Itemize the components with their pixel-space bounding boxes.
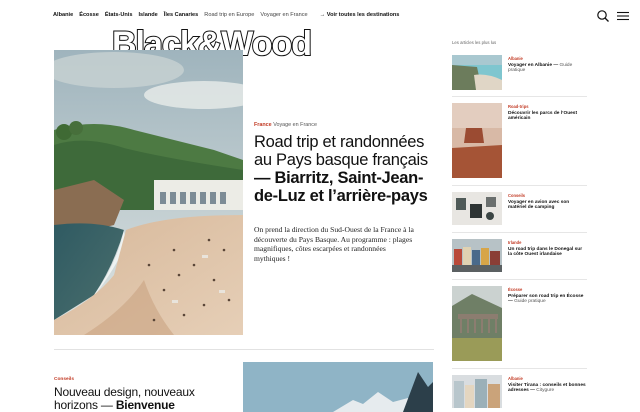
sidebar-thumb (452, 375, 502, 408)
hero-image[interactable] (54, 50, 243, 335)
sidebar-item-title[interactable]: Un road trip dans le Donegal sur la côte… (508, 247, 582, 258)
second-article-image[interactable] (243, 362, 433, 412)
sidebar-text: Albanie Visiter Tirana : conseils et bon… (508, 376, 586, 394)
sidebar-item-category[interactable]: Albanie (508, 56, 586, 62)
nav-item-islande[interactable]: Islande (138, 12, 157, 18)
hero-category-link[interactable]: France (254, 122, 272, 128)
sidebar-item[interactable]: Conseils Voyager en avion avec son matér… (452, 192, 587, 226)
sidebar-item-category[interactable]: Albanie (508, 376, 586, 382)
sidebar-heading: Les articles les plus lus (452, 40, 497, 45)
sidebar-divider (452, 96, 587, 97)
menu-icon[interactable] (616, 9, 630, 23)
sidebar-thumb (452, 55, 502, 90)
sidebar-thumb (452, 239, 502, 272)
sidebar-item-category[interactable]: Road-trips (508, 104, 586, 110)
second-article-category[interactable]: Conseils (54, 377, 74, 382)
sidebar-item-title[interactable]: Voyager en avion avec son matériel de ca… (508, 200, 569, 211)
hero-title-bold: — Biarritz, Saint-Jean-de-Luz et l’arriè… (254, 169, 428, 205)
second-title-bold: Bienvenue (115, 398, 175, 412)
sidebar-divider (452, 368, 587, 369)
hero-meta: France Voyage en France (254, 122, 317, 128)
second-article-title[interactable]: Nouveau design, nouveaux horizons — Bien… (54, 386, 234, 412)
sidebar-item-subtitle: Citygure (536, 388, 555, 394)
sidebar-item-category[interactable]: Conseils (508, 193, 586, 199)
sidebar-item-category[interactable]: Écosse (508, 287, 586, 293)
nav-item-voyager-france[interactable]: Voyager en France (260, 12, 307, 18)
sidebar-thumb (452, 103, 502, 178)
sidebar-item-title[interactable]: Voyager en Albanie — (508, 63, 558, 68)
nav-item-etats-unis[interactable]: États-Unis (105, 12, 133, 18)
hero-subcategory[interactable]: Voyage en France (273, 122, 317, 128)
nav-item-albanie[interactable]: Albanie (53, 12, 73, 18)
sidebar-item-title[interactable]: Découvrir les parcs de l’Ouest américain (508, 111, 577, 122)
hero-description: On prend la direction du Sud-Ouest de la… (254, 225, 414, 263)
sidebar-item[interactable]: Albanie Visiter Tirana : conseils et bon… (452, 375, 587, 409)
nav-item-road-trip-europe[interactable]: Road trip en Europe (204, 12, 254, 18)
sidebar-text: Road-trips Découvrir les parcs de l’Oues… (508, 104, 586, 122)
sidebar-item[interactable]: Albanie Voyager en Albanie — Guide prati… (452, 55, 587, 91)
sidebar-divider (452, 279, 587, 280)
sidebar-text: Irlande Un road trip dans le Donegal sur… (508, 240, 586, 258)
sidebar-item[interactable]: Road-trips Découvrir les parcs de l’Oues… (452, 103, 587, 179)
sidebar-item[interactable]: Écosse Préparer son road trip en Écosse … (452, 286, 587, 362)
sidebar-divider (452, 232, 587, 233)
hero-title-regular: Road trip et randonnées au Pays basque f… (254, 133, 428, 169)
sidebar-divider (452, 185, 587, 186)
sidebar-text: Écosse Préparer son road trip en Écosse … (508, 287, 586, 305)
sidebar-thumb (452, 192, 502, 225)
sidebar-item-category[interactable]: Irlande (508, 240, 586, 246)
nav-item-ecosse[interactable]: Écosse (79, 12, 99, 18)
sidebar-text: Conseils Voyager en avion avec son matér… (508, 193, 586, 211)
sidebar-thumb (452, 286, 502, 361)
sidebar-item[interactable]: Irlande Un road trip dans le Donegal sur… (452, 239, 587, 273)
section-divider (54, 349, 434, 350)
sidebar-text: Albanie Voyager en Albanie — Guide prati… (508, 56, 586, 74)
search-icon[interactable] (596, 9, 610, 23)
nav-item-iles-canaries[interactable]: Îles Canaries (164, 12, 199, 18)
sidebar-item-subtitle: Guide pratique (514, 299, 546, 305)
hero-title[interactable]: Road trip et randonnées au Pays basque f… (254, 133, 439, 205)
top-nav: Albanie Écosse États-Unis Islande Îles C… (53, 12, 399, 18)
nav-all-destinations-link[interactable]: → Voir toutes les destinations (320, 12, 400, 18)
